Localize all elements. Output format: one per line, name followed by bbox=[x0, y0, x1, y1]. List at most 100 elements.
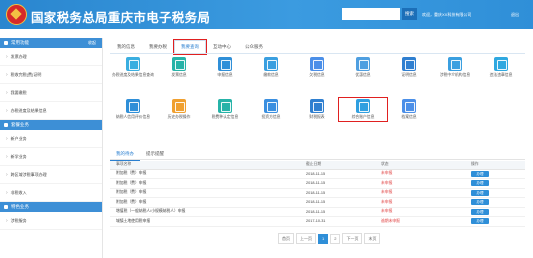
tab-public-service[interactable]: 公众服务 bbox=[238, 40, 270, 54]
query-item-label: 税费种认定信息 bbox=[211, 115, 239, 119]
cell-status: 未申报 bbox=[375, 169, 465, 179]
query-item-icon bbox=[264, 99, 278, 113]
query-item-label: 证明信息 bbox=[401, 73, 417, 77]
query-item[interactable]: 违法违章信息 bbox=[478, 57, 524, 78]
query-item-label: 发票信息 bbox=[171, 73, 187, 77]
query-item[interactable]: 财税报表 bbox=[294, 99, 340, 120]
query-item[interactable]: 缴款信息 bbox=[248, 57, 294, 78]
query-item-label: 财税报表 bbox=[309, 115, 325, 119]
query-item-icon bbox=[402, 99, 416, 113]
page-2-button[interactable]: 2 bbox=[330, 233, 341, 244]
query-item-label: 优惠信息 bbox=[355, 73, 371, 77]
cell-action: 办理 bbox=[465, 169, 525, 179]
query-item-icon bbox=[310, 57, 324, 71]
query-item[interactable]: 证明信息 bbox=[386, 57, 432, 78]
search-button[interactable]: 搜索 bbox=[402, 8, 417, 20]
query-item[interactable]: 投资方信息 bbox=[248, 99, 294, 120]
handle-button[interactable]: 办理 bbox=[471, 218, 489, 225]
query-item-icon bbox=[264, 57, 278, 71]
query-item[interactable]: 综合账户信息 bbox=[338, 97, 388, 122]
query-item-label: 欠税信息 bbox=[309, 73, 325, 77]
handle-button[interactable]: 办理 bbox=[471, 208, 489, 215]
table-row: 增值税（一般纳税人/小规模纳税人）申报 2018-11-15 未申报 办理 bbox=[110, 207, 525, 217]
query-item-label: 违法违章信息 bbox=[489, 73, 513, 77]
cell-date: 2018-11-15 bbox=[300, 178, 375, 189]
handle-button[interactable]: 办理 bbox=[471, 189, 489, 196]
query-item[interactable]: 历史办税操作 bbox=[156, 99, 202, 120]
cell-action: 办理 bbox=[465, 178, 525, 189]
last-page-button[interactable]: 末页 bbox=[364, 233, 381, 244]
sidebar-item[interactable]: 发票办理 bbox=[0, 48, 102, 66]
query-item[interactable]: 办税进度及结果信息查询 bbox=[110, 57, 156, 78]
collapse-toggle[interactable]: 收起 bbox=[88, 40, 96, 46]
sidebar-item[interactable]: 办税进度及结果信息 bbox=[0, 102, 102, 120]
sidebar-item[interactable]: 非税收入 bbox=[0, 184, 102, 202]
query-item[interactable]: 涉税中介机构信息 bbox=[432, 57, 478, 78]
sidebar-group-label: 特色业务 bbox=[11, 204, 29, 209]
cell-status: 未申报 bbox=[375, 178, 465, 189]
prev-page-button[interactable]: 上一页 bbox=[296, 233, 316, 244]
site-title: 国家税务总局重庆市电子税务局 bbox=[31, 11, 211, 25]
sidebar-item[interactable]: 新户业务 bbox=[0, 130, 102, 148]
query-item-icon bbox=[126, 57, 140, 71]
tab-my-info[interactable]: 我的信息 bbox=[110, 40, 142, 54]
first-page-button[interactable]: 首页 bbox=[278, 233, 294, 244]
tab-interaction[interactable]: 互动中心 bbox=[206, 40, 238, 54]
search-input[interactable] bbox=[342, 8, 400, 20]
query-item-label: 档案信息 bbox=[401, 115, 417, 119]
grid-icon bbox=[4, 41, 8, 45]
cell-name: 增值税（一般纳税人/小规模纳税人）申报 bbox=[110, 207, 300, 217]
query-item[interactable]: 档案信息 bbox=[386, 99, 432, 120]
pagination: 首页 上一页 1 2 下一页 末页 bbox=[278, 233, 381, 244]
cell-name: 城镇土地使用税申报 bbox=[110, 216, 300, 227]
tax-emblem-icon bbox=[6, 4, 27, 25]
col-header-date: 截止日期 bbox=[300, 161, 375, 170]
cell-date: 2018-11-15 bbox=[300, 169, 375, 179]
query-item-icon bbox=[172, 99, 186, 113]
tab-query[interactable]: 我要查询 bbox=[173, 39, 207, 55]
sidebar-item[interactable]: 我要缴税 bbox=[0, 84, 102, 102]
query-item-label: 涉税中介机构信息 bbox=[439, 73, 471, 77]
cell-name: 附加税（费）申报 bbox=[110, 178, 300, 189]
col-header-action: 操作 bbox=[465, 161, 525, 170]
sidebar-item[interactable]: 税收完税(费)证明 bbox=[0, 66, 102, 84]
col-header-name: 事项名称 bbox=[110, 161, 300, 170]
query-item-label: 综合账户信息 bbox=[351, 115, 375, 119]
query-item-icon bbox=[448, 57, 462, 71]
tab-do-tax[interactable]: 我要办税 bbox=[142, 40, 174, 54]
logout-link[interactable]: 退出 bbox=[511, 12, 519, 18]
query-item[interactable]: 欠税信息 bbox=[294, 57, 340, 78]
sidebar-group-special[interactable]: 特色业务 bbox=[0, 202, 102, 212]
page-1-button[interactable]: 1 bbox=[318, 233, 329, 244]
cell-status: 未申报 bbox=[375, 207, 465, 217]
cell-date: 2018-11-15 bbox=[300, 207, 375, 217]
handle-button[interactable]: 办理 bbox=[471, 170, 489, 177]
handle-button[interactable]: 办理 bbox=[471, 199, 489, 206]
query-item[interactable]: 申报信息 bbox=[202, 57, 248, 78]
divider bbox=[110, 159, 525, 160]
main-tabs: 我的信息 我要办税 我要查询 互动中心 公众服务 bbox=[110, 39, 270, 55]
query-item[interactable]: 纳税人信用评价信息 bbox=[110, 99, 156, 120]
handle-button[interactable]: 办理 bbox=[471, 180, 489, 187]
sidebar-item[interactable]: 新学业务 bbox=[0, 148, 102, 166]
query-item[interactable]: 税费种认定信息 bbox=[202, 99, 248, 120]
next-page-button[interactable]: 下一页 bbox=[342, 233, 363, 244]
cell-action: 办理 bbox=[465, 197, 525, 208]
cell-status: 逾期未申报 bbox=[375, 216, 465, 227]
query-item-icon bbox=[218, 99, 232, 113]
cell-status: 未申报 bbox=[375, 188, 465, 198]
sidebar-item[interactable]: 跨区域涉税事项办理 bbox=[0, 166, 102, 184]
query-item-label: 纳税人信用评价信息 bbox=[115, 115, 151, 119]
query-item[interactable]: 优惠信息 bbox=[340, 57, 386, 78]
query-item-icon bbox=[494, 57, 508, 71]
sidebar-group-package[interactable]: 套餐业务 bbox=[0, 120, 102, 130]
sidebar-item[interactable]: 涉税服务 bbox=[0, 212, 102, 230]
welcome-text: 欢迎，重庆XX科技有限公司 bbox=[422, 12, 472, 17]
sidebar-group-common[interactable]: 常用功能 收起 bbox=[0, 38, 102, 48]
cell-action: 办理 bbox=[465, 207, 525, 217]
query-item-label: 申报信息 bbox=[217, 73, 233, 77]
query-item-label: 投资方信息 bbox=[261, 115, 281, 119]
query-item[interactable]: 发票信息 bbox=[156, 57, 202, 78]
cell-status: 未申报 bbox=[375, 197, 465, 208]
table-row: 城镇土地使用税申报 2017-10-31 逾期未申报 办理 bbox=[110, 216, 525, 227]
